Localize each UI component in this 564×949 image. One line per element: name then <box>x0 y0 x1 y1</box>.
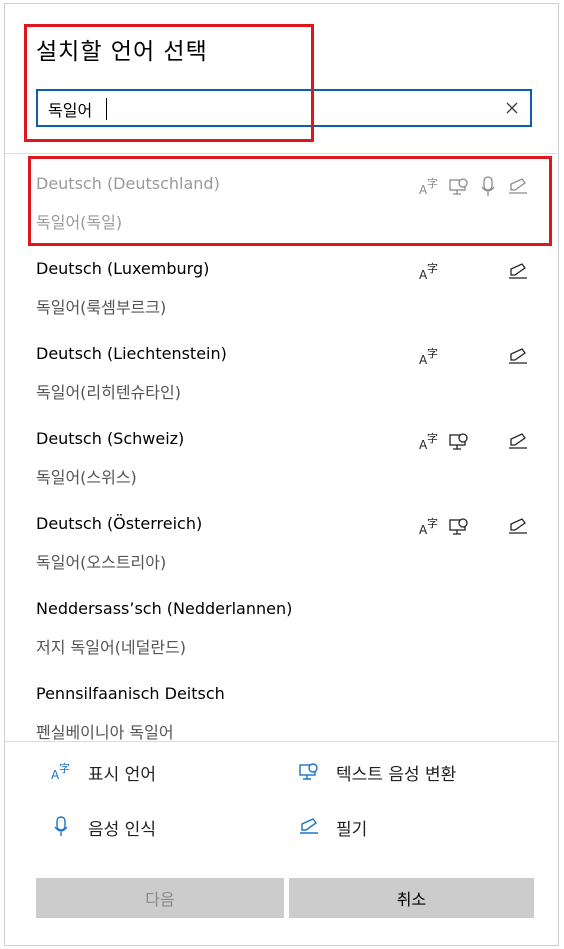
language-item[interactable]: Deutsch (Schweiz) 독일어(스위스) A字 <box>5 412 558 497</box>
language-name: Neddersass’sch (Nedderlannen) <box>36 599 293 618</box>
language-native-name: 저지 독일어(네덜란드) <box>36 638 187 657</box>
display-language-icon: A字 <box>418 175 440 197</box>
language-item[interactable]: Pennsilfaanisch Deitsch 펜실베이니아 독일어 <box>5 667 558 741</box>
text-caret <box>106 98 107 120</box>
language-name: Deutsch (Deutschland) <box>36 174 220 193</box>
svg-text:字: 字 <box>427 261 438 275</box>
display-language-icon: A字 <box>418 430 440 452</box>
language-native-name: 펜실베이니아 독일어 <box>36 723 174 741</box>
text-to-speech-icon <box>448 175 470 197</box>
next-button[interactable]: 다음 <box>36 878 284 918</box>
handwriting-icon <box>507 345 529 367</box>
language-name: Pennsilfaanisch Deitsch <box>36 684 225 703</box>
cancel-button[interactable]: 취소 <box>289 878 534 918</box>
language-list[interactable]: Deutsch (Deutschland) 독일어(독일) A字 Deutsch… <box>5 157 558 741</box>
language-native-name: 독일어(오스트리아) <box>36 553 167 572</box>
text-to-speech-icon <box>448 430 470 452</box>
text-to-speech-icon <box>298 760 320 782</box>
legend-label: 텍스트 음성 변환 <box>336 765 457 785</box>
speech-recognition-icon <box>477 175 499 197</box>
language-name: Deutsch (Luxemburg) <box>36 259 210 278</box>
display-language-icon: A字 <box>50 760 72 782</box>
speech-recognition-icon <box>50 815 72 837</box>
handwriting-icon <box>507 430 529 452</box>
handwriting-icon <box>507 175 529 197</box>
language-item[interactable]: Deutsch (Österreich) 독일어(오스트리아) A字 <box>5 497 558 582</box>
legend-label: 필기 <box>336 820 368 840</box>
svg-text:字: 字 <box>427 176 438 190</box>
display-language-icon: A字 <box>418 260 440 282</box>
list-bottom-divider <box>5 741 558 742</box>
legend-label: 음성 인식 <box>88 820 156 840</box>
language-native-name: 독일어(룩셈부르크) <box>36 298 167 317</box>
handwriting-icon <box>298 815 320 837</box>
display-language-icon: A字 <box>418 515 440 537</box>
language-picker-dialog: 설치할 언어 선택 Deutsch (Deutschland) 독일어(독일) … <box>4 3 559 946</box>
language-item[interactable]: Neddersass’sch (Nedderlannen) 저지 독일어(네덜란… <box>5 582 558 667</box>
language-item[interactable]: Deutsch (Deutschland) 독일어(독일) A字 <box>5 157 558 242</box>
svg-text:字: 字 <box>427 431 438 445</box>
svg-text:字: 字 <box>427 346 438 360</box>
clear-icon[interactable] <box>502 98 522 118</box>
language-native-name: 독일어(독일) <box>36 213 123 232</box>
language-name: Deutsch (Liechtenstein) <box>36 344 227 363</box>
language-native-name: 독일어(스위스) <box>36 468 137 487</box>
language-name: Deutsch (Schweiz) <box>36 429 185 448</box>
language-native-name: 독일어(리히텐슈타인) <box>36 383 181 402</box>
svg-text:字: 字 <box>59 761 70 775</box>
search-input[interactable] <box>48 97 488 121</box>
language-item[interactable]: Deutsch (Liechtenstein) 독일어(리히텐슈타인) A字 <box>5 327 558 412</box>
legend-label: 표시 언어 <box>88 765 156 785</box>
svg-text:字: 字 <box>427 516 438 530</box>
language-item[interactable]: Deutsch (Luxemburg) 독일어(룩셈부르크) A字 <box>5 242 558 327</box>
search-box[interactable] <box>36 89 532 127</box>
list-top-divider <box>5 153 558 154</box>
handwriting-icon <box>507 260 529 282</box>
dialog-title: 설치할 언어 선택 <box>36 39 208 65</box>
text-to-speech-icon <box>448 515 470 537</box>
handwriting-icon <box>507 515 529 537</box>
display-language-icon: A字 <box>418 345 440 367</box>
language-name: Deutsch (Österreich) <box>36 514 203 533</box>
